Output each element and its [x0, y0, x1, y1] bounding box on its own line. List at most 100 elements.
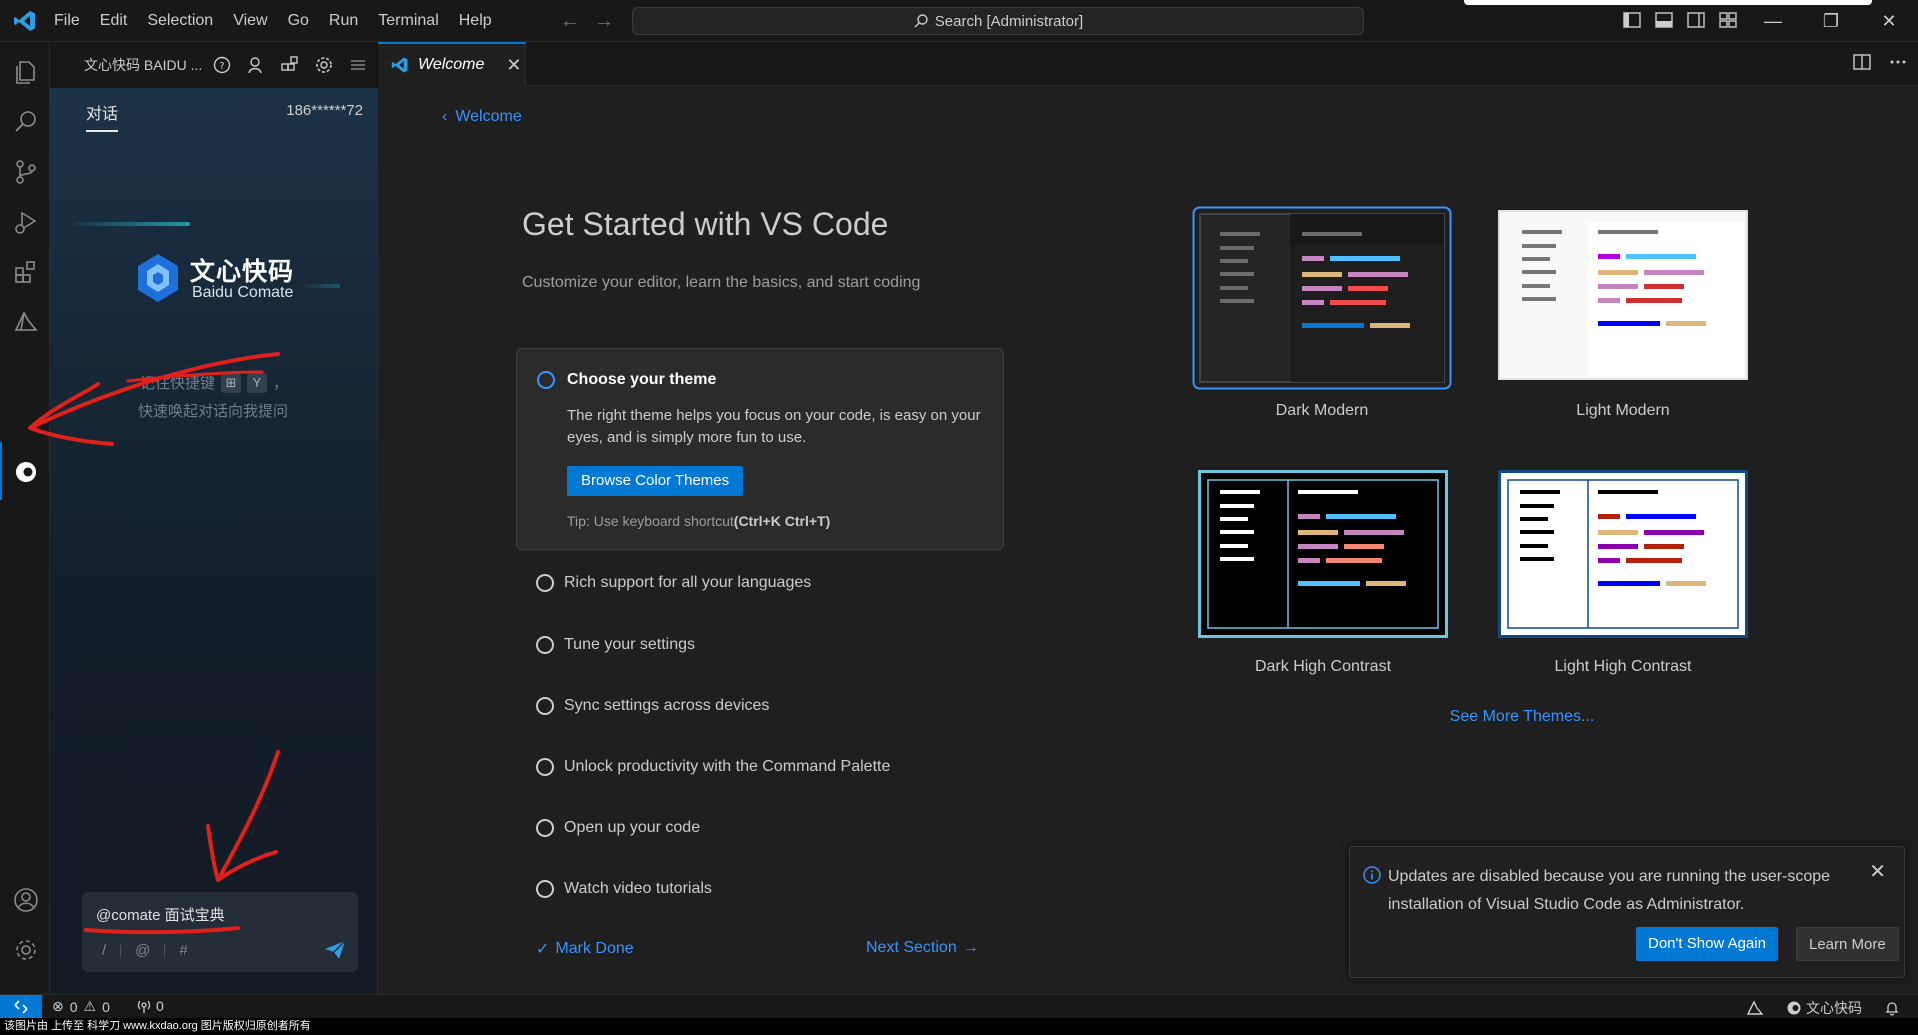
windows-key-icon: ⊞	[221, 372, 242, 393]
window-controls: — ❐ ✕	[1744, 0, 1918, 42]
more-menu-icon[interactable]	[348, 55, 368, 75]
tip-prefix: Tip: Use keyboard shortcut	[567, 513, 734, 529]
forward-arrow-icon[interactable]: →	[594, 10, 614, 33]
theme-label: Dark High Contrast	[1254, 658, 1392, 675]
menu-terminal[interactable]: Terminal	[368, 0, 448, 42]
notifications-bell-icon[interactable]	[1884, 1000, 1900, 1016]
more-actions-icon[interactable]	[1888, 52, 1908, 72]
step-circle-icon	[536, 636, 554, 654]
update-notification: Updates are disabled because you are run…	[1349, 846, 1905, 978]
next-section-link[interactable]: Next Section →	[866, 939, 979, 957]
user-plugin-icon[interactable]	[246, 55, 266, 75]
shortcut-tip: Tip: Use keyboard shortcut(Ctrl+K Ctrl+T…	[567, 513, 830, 529]
close-notification-icon[interactable]: ✕	[1869, 859, 1886, 884]
step-choose-theme-card[interactable]: Choose your theme The right theme helps …	[516, 348, 1004, 550]
vscode-window: File Edit Selection View Go Run Terminal…	[0, 0, 1918, 1035]
settings-gear-icon[interactable]	[314, 55, 334, 75]
step-label: Sync settings across devices	[564, 697, 770, 714]
broadcast-icon	[137, 1000, 151, 1013]
browse-color-themes-button[interactable]: Browse Color Themes	[567, 466, 744, 496]
editor-tab-bar: Welcome ✕	[378, 42, 1918, 86]
step-circle-icon	[536, 880, 554, 898]
menu-file[interactable]: File	[44, 0, 90, 42]
comate-logo: 文心快码 Baidu Comate	[134, 252, 334, 308]
menu-edit[interactable]: Edit	[90, 0, 138, 42]
menu-run[interactable]: Run	[319, 0, 368, 42]
menu-selection[interactable]: Selection	[137, 0, 223, 42]
close-window-button[interactable]: ✕	[1860, 0, 1918, 42]
manage-gear-icon[interactable]	[12, 936, 40, 964]
step-circle-icon	[536, 697, 554, 715]
status-bar: ⊗ 0 ⚠ 0 0 文心快码	[0, 994, 1918, 1019]
remote-indicator[interactable]	[0, 995, 42, 1019]
comate-status[interactable]: 文心快码	[1786, 998, 1862, 1018]
chat-input-text[interactable]: @comate 面试宝典	[96, 904, 225, 925]
account-icon[interactable]	[12, 886, 40, 914]
chat-input-box[interactable]: @comate 面试宝典 / @ #	[82, 892, 358, 972]
mark-done-link[interactable]: ✓ Mark Done	[536, 939, 634, 959]
step-description: The right theme helps you focus on your …	[567, 407, 981, 446]
remote-icon	[14, 1000, 28, 1014]
menu-view[interactable]: View	[223, 0, 277, 42]
theme-dark-modern[interactable]: Dark Modern	[1192, 206, 1452, 426]
toggle-secondary-sidebar-icon[interactable]	[1686, 10, 1706, 30]
tip-shortcut: (Ctrl+K Ctrl+T)	[733, 513, 831, 529]
error-icon: ⊗	[52, 998, 64, 1014]
divider	[164, 944, 166, 957]
toggle-primary-sidebar-icon[interactable]	[1622, 10, 1642, 30]
theme-dark-high-contrast[interactable]: Dark High Contrast	[1198, 470, 1448, 690]
info-icon	[1363, 866, 1381, 884]
at-mention-button[interactable]: @	[135, 942, 150, 959]
warning-icon: ⚠	[83, 998, 97, 1014]
split-editor-icon[interactable]	[1852, 52, 1872, 72]
comate-icon[interactable]	[12, 458, 40, 486]
menu-go[interactable]: Go	[278, 0, 319, 42]
shortcut-key: Y	[247, 372, 268, 393]
welcome-back-link[interactable]: ‹ Welcome	[442, 108, 522, 126]
mark-done-label: Mark Done	[555, 940, 634, 957]
slash-command-button[interactable]: /	[102, 942, 106, 959]
layout-controls	[1622, 10, 1738, 30]
theme-label: Light High Contrast	[1554, 658, 1692, 675]
theme-preview-dark-modern	[1192, 206, 1452, 390]
back-link-label: Welcome	[455, 108, 522, 125]
help-icon[interactable]: ?	[212, 55, 232, 75]
arrow-right-icon: →	[962, 939, 979, 956]
glow-line	[66, 222, 190, 226]
problems-indicator[interactable]: ⊗ 0 ⚠ 0	[52, 998, 110, 1015]
theme-light-high-contrast[interactable]: Light High Contrast	[1498, 470, 1748, 690]
tab-welcome[interactable]: Welcome ✕	[378, 42, 526, 86]
hash-context-button[interactable]: #	[179, 942, 187, 959]
watermark-text: 该图片由 上传至 科学刀 www.kxdao.org 图片版权归原创者所有	[0, 1018, 1918, 1035]
minimize-button[interactable]: —	[1744, 0, 1802, 42]
chevron-left-icon: ‹	[442, 108, 448, 125]
learn-more-button[interactable]: Learn More	[1796, 927, 1899, 961]
back-arrow-icon[interactable]: ←	[560, 10, 580, 33]
step-label: Rich support for all your languages	[564, 574, 812, 591]
explorer-icon[interactable]	[12, 58, 40, 86]
step-label: Tune your settings	[564, 636, 696, 653]
run-debug-icon[interactable]	[12, 208, 40, 236]
search-view-icon[interactable]	[12, 108, 40, 136]
source-control-icon[interactable]	[12, 158, 40, 186]
azure-icon[interactable]	[12, 308, 40, 336]
extensions-icon[interactable]	[12, 258, 40, 286]
theme-preview-dark-hc	[1198, 470, 1448, 638]
toggle-panel-icon[interactable]	[1654, 10, 1674, 30]
step-label: Open up your code	[564, 819, 701, 836]
restore-button[interactable]: ❐	[1802, 0, 1860, 42]
ports-indicator[interactable]: 0	[136, 998, 164, 1014]
tab-chat[interactable]: 对话	[86, 100, 118, 124]
send-icon[interactable]	[324, 940, 346, 960]
tab-welcome-label: Welcome	[418, 56, 485, 73]
command-center-search[interactable]: Search [Administrator]	[632, 7, 1364, 35]
tab-close-icon[interactable]: ✕	[506, 55, 521, 76]
dont-show-again-button[interactable]: Don't Show Again	[1636, 927, 1778, 961]
customize-layout-icon[interactable]	[1718, 10, 1738, 30]
azure-status-icon[interactable]	[1746, 1000, 1764, 1016]
theme-light-modern[interactable]: Light Modern	[1498, 210, 1748, 430]
shortcut-tip: 记住快捷键 ⊞ Y ，	[140, 372, 288, 393]
plugins-icon[interactable]	[280, 55, 300, 75]
menu-help[interactable]: Help	[449, 0, 502, 42]
see-more-themes-link[interactable]: See More Themes...	[1402, 708, 1642, 726]
